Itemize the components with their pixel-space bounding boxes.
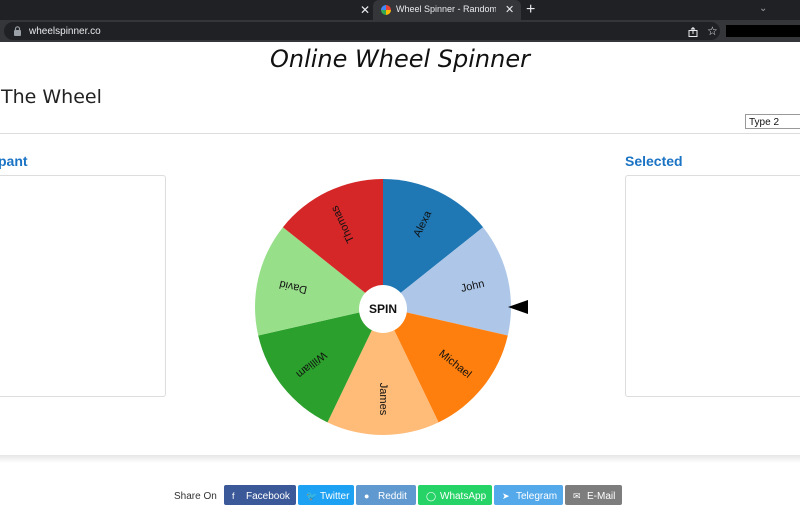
twitter-icon: 🐦 <box>306 491 318 501</box>
participants-heading: pant <box>0 153 28 169</box>
share-reddit-button[interactable]: ● Reddit <box>356 485 416 505</box>
browser-tab-active[interactable]: Wheel Spinner - Random Name P ✕ <box>373 0 521 20</box>
tab-title: Wheel Spinner - Random Name P <box>396 4 496 14</box>
share-label: Share On <box>174 491 217 502</box>
facebook-icon: f <box>232 491 235 501</box>
profile-area[interactable] <box>726 25 800 37</box>
share-button-label: Telegram <box>516 491 558 502</box>
share-telegram-button[interactable]: ➤ Telegram <box>494 485 563 505</box>
share-email-button[interactable]: ✉ E-Mail <box>565 485 622 505</box>
share-button-label: WhatsApp <box>440 491 487 502</box>
selected-heading: Selected <box>625 153 683 169</box>
participants-list[interactable] <box>0 175 166 397</box>
divider <box>0 133 800 134</box>
whatsapp-icon: ◯ <box>426 491 437 501</box>
section-title: The Wheel <box>1 86 102 108</box>
wheel-pointer-icon <box>508 300 528 314</box>
spin-button[interactable]: SPIN <box>359 285 407 333</box>
telegram-icon: ➤ <box>502 491 510 501</box>
share-twitter-button[interactable]: 🐦 Twitter <box>298 485 354 505</box>
wheel-type-select[interactable]: Type 2 <box>745 114 800 129</box>
share-facebook-button[interactable]: f Facebook <box>224 485 296 505</box>
wheel-favicon-icon <box>381 5 391 15</box>
card-bottom-shadow <box>0 455 800 463</box>
page-title: Online Wheel Spinner <box>269 45 530 73</box>
bookmark-star-icon[interactable]: ☆ <box>707 24 718 38</box>
reddit-icon: ● <box>364 491 370 501</box>
share-button-label: E-Mail <box>587 491 616 502</box>
share-page-icon[interactable] <box>688 27 698 37</box>
wheel-segment-label: James <box>377 383 389 416</box>
share-button-label: Reddit <box>378 491 407 502</box>
browser-toolbar: wheelspinner.co ☆ <box>0 20 800 42</box>
selected-list <box>625 175 800 397</box>
new-tab-icon[interactable]: + <box>526 1 535 19</box>
email-icon: ✉ <box>573 491 581 501</box>
tab-search-chevron-icon[interactable]: ⌄ <box>759 3 767 14</box>
tab-close-icon[interactable]: ✕ <box>505 3 514 16</box>
lock-icon <box>14 26 21 36</box>
share-whatsapp-button[interactable]: ◯ WhatsApp <box>418 485 492 505</box>
previous-tab-close-icon[interactable]: ✕ <box>360 3 370 17</box>
url-text: wheelspinner.co <box>29 26 101 37</box>
address-bar[interactable]: wheelspinner.co ☆ <box>4 22 720 40</box>
browser-tab-bar: ✕ Wheel Spinner - Random Name P ✕ + ⌄ <box>0 0 800 20</box>
share-button-label: Twitter <box>320 491 350 502</box>
share-button-label: Facebook <box>246 491 290 502</box>
